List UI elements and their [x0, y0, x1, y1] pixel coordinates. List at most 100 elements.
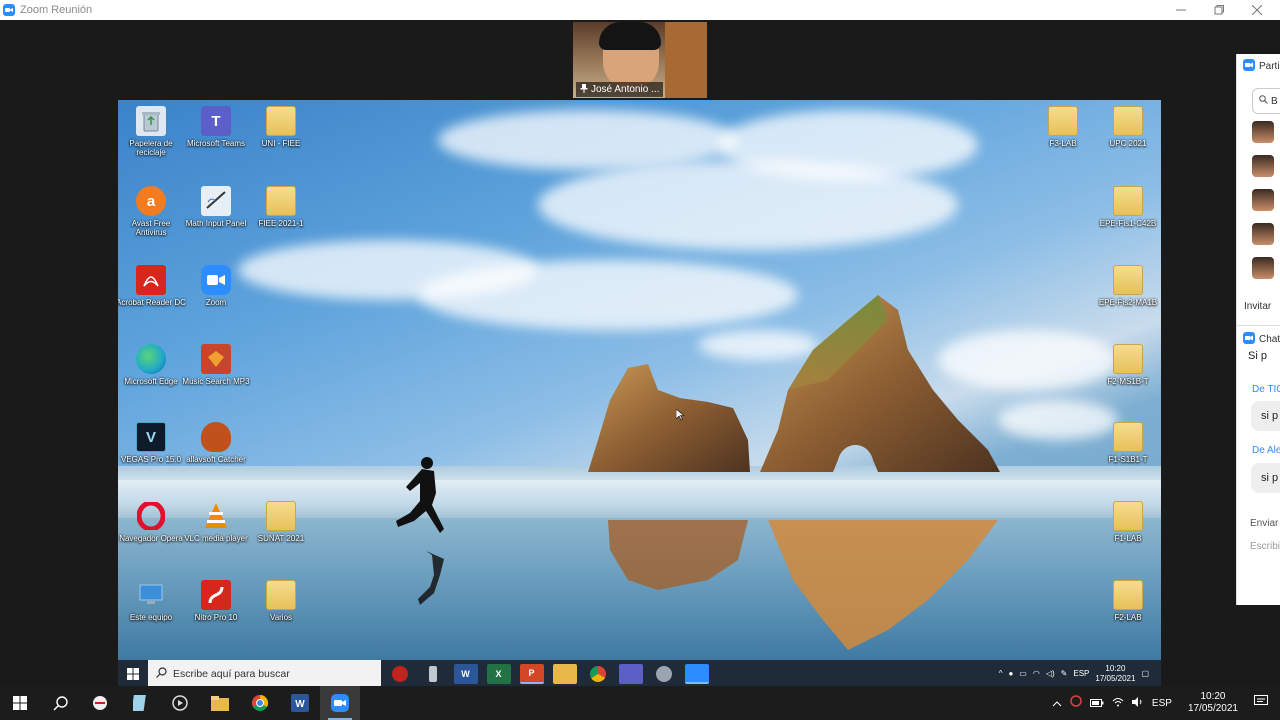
windows-start-icon[interactable] — [118, 660, 148, 687]
maximize-icon[interactable] — [1200, 0, 1238, 20]
desktop-icon-folder[interactable]: F2-MS1B-T — [1093, 344, 1161, 386]
desktop-icon-label: VEGAS Pro 15.0 — [120, 455, 182, 464]
desktop-icon-math-input[interactable]: Math Input Panel — [181, 186, 251, 228]
cloud — [718, 110, 978, 180]
language-indicator[interactable]: ESP — [1073, 669, 1089, 678]
vlc-icon — [201, 501, 231, 531]
teams-icon[interactable] — [618, 663, 643, 684]
taskbar-clock[interactable]: 10:20 17/05/2021 — [1095, 664, 1135, 684]
volume-icon[interactable] — [1131, 694, 1144, 712]
desktop-icon-this-pc[interactable]: Este equipo — [118, 580, 186, 622]
minimize-icon[interactable] — [1162, 0, 1200, 20]
desktop-icon-label: Navegador Opera — [119, 534, 183, 543]
network-icon[interactable] — [655, 665, 672, 682]
desktop-icon-folder[interactable]: F3-LAB — [1028, 106, 1098, 148]
notifications-icon[interactable]: ▢ — [1141, 669, 1149, 678]
search-icon — [1259, 95, 1268, 107]
desktop-icon-nitro[interactable]: Nitro Pro 10 — [181, 580, 251, 622]
participant-avatar[interactable] — [1252, 121, 1274, 143]
desktop-icon-label: Microsoft Teams — [186, 139, 246, 148]
folder-icon — [266, 186, 296, 216]
desktop-icon-folder[interactable]: EPE-Fis1-C42B — [1093, 186, 1161, 228]
participants-search[interactable]: B — [1252, 88, 1280, 114]
wifi-icon[interactable] — [1112, 694, 1124, 712]
chat-input[interactable]: Escribi — [1250, 541, 1280, 552]
pen-icon[interactable]: ✎ — [1061, 669, 1068, 678]
chevron-up-icon[interactable] — [1052, 694, 1062, 712]
clock-date: 17/05/2021 — [1095, 673, 1136, 683]
math-input-icon — [201, 186, 231, 216]
battery-icon[interactable]: ▭ — [1019, 669, 1027, 678]
shared-screen[interactable]: Papelera de reciclaje T Microsoft Teams … — [118, 100, 1161, 687]
desktop-icon-recycle-bin[interactable]: Papelera de reciclaje — [118, 106, 186, 157]
desktop-icon-folder[interactable]: UPC 2021 — [1093, 106, 1161, 148]
desktop-icon-label: F2-LAB — [1114, 613, 1142, 622]
search-placeholder: Escribe aquí para buscar — [173, 667, 290, 680]
antivirus-icon[interactable] — [391, 665, 408, 682]
search-icon[interactable] — [40, 686, 80, 720]
desktop-icon-vegas[interactable]: V VEGAS Pro 15.0 — [118, 422, 186, 464]
start-icon[interactable] — [0, 686, 40, 720]
participant-avatar[interactable] — [1252, 155, 1274, 177]
desktop-icon-zoom[interactable]: Zoom — [181, 265, 251, 307]
mouse-cursor — [676, 409, 684, 421]
desktop-icon-label: FIEE 2021-1 — [258, 219, 304, 228]
desktop-icon-vlc[interactable]: VLC media player — [181, 501, 251, 543]
chrome-icon[interactable] — [240, 686, 280, 720]
microphone-icon[interactable]: ● — [1008, 669, 1013, 678]
notifications-icon[interactable] — [1254, 694, 1268, 712]
desktop-icon-folder[interactable]: SUNAT 2021 — [246, 501, 316, 543]
volume-icon[interactable]: ◁) — [1046, 669, 1055, 678]
desktop-icon-label: Este equipo — [129, 613, 173, 622]
zoom-icon[interactable] — [320, 686, 360, 720]
antivirus-icon[interactable] — [80, 686, 120, 720]
wifi-icon[interactable]: ◠ — [1033, 669, 1040, 678]
desktop-icon-avast[interactable]: a Avast Free Antivirus — [118, 186, 186, 237]
participant-avatar[interactable] — [1252, 223, 1274, 245]
chat-header: Chat — [1237, 327, 1280, 351]
invite-button[interactable]: Invitar — [1244, 301, 1271, 312]
antivirus-tray-icon[interactable] — [1070, 694, 1082, 712]
word-icon[interactable]: W — [453, 663, 478, 684]
taskbar-clock[interactable]: 10:20 17/05/2021 — [1188, 691, 1238, 715]
desktop-icon-music-search[interactable]: Music Search MP3 — [181, 344, 251, 386]
shared-system-tray: ^ ● ▭ ◠ ◁) ✎ ESP 10:20 17/05/2021 ▢ — [999, 660, 1161, 687]
desktop-icon-folder[interactable]: FIEE 2021-1 — [246, 186, 316, 228]
desktop-icon-folder[interactable]: EPE-Fis2-MA1B — [1093, 265, 1161, 307]
participant-avatar[interactable] — [1252, 257, 1274, 279]
file-explorer-icon[interactable] — [552, 663, 577, 684]
chrome-icon[interactable] — [589, 665, 606, 682]
send-to-selector[interactable]: Enviar — [1250, 518, 1278, 529]
notepad-icon[interactable] — [120, 686, 160, 720]
language-indicator[interactable]: ESP — [1152, 698, 1172, 709]
usb-icon[interactable] — [428, 665, 437, 682]
desktop-icon-opera[interactable]: Navegador Opera — [118, 501, 186, 543]
chevron-up-icon[interactable]: ^ — [999, 669, 1003, 678]
desktop-icon-teams[interactable]: T Microsoft Teams — [181, 106, 251, 148]
desktop-icon-label: EPE-Fis1-C42B — [1099, 219, 1157, 228]
vegas-icon: V — [136, 422, 166, 452]
excel-icon[interactable]: X — [486, 663, 511, 684]
battery-icon[interactable] — [1089, 694, 1104, 712]
file-explorer-icon[interactable] — [200, 686, 240, 720]
chat-message-text: si p — [1261, 472, 1279, 484]
participant-video[interactable]: José Antonio ... — [573, 22, 707, 98]
desktop-icon-edge[interactable]: Microsoft Edge — [118, 344, 186, 386]
desktop-icon-catcher[interactable]: allavsoft Catcher — [181, 422, 251, 464]
close-icon[interactable] — [1238, 0, 1276, 20]
word-icon[interactable]: W — [280, 686, 320, 720]
desktop-icon-folder[interactable]: Varios — [246, 580, 316, 622]
powerpoint-icon[interactable]: P — [519, 663, 544, 684]
participant-avatar[interactable] — [1252, 189, 1274, 211]
desktop-icon-folder[interactable]: F1-S1B1-T — [1093, 422, 1161, 464]
desktop-icon-label: UPC 2021 — [1109, 139, 1147, 148]
desktop-icon-acrobat[interactable]: Acrobat Reader DC — [118, 265, 186, 307]
rock-arches — [588, 295, 1000, 472]
media-icon[interactable] — [160, 686, 200, 720]
chat-bubble: si p — [1251, 463, 1280, 493]
zoom-icon[interactable] — [684, 663, 709, 684]
desktop-icon-folder[interactable]: F2-LAB — [1093, 580, 1161, 622]
desktop-icon-folder[interactable]: UNI - FIEE — [246, 106, 316, 148]
desktop-icon-folder[interactable]: F1-LAB — [1093, 501, 1161, 543]
taskbar-search-box[interactable]: Escribe aquí para buscar — [148, 660, 381, 687]
